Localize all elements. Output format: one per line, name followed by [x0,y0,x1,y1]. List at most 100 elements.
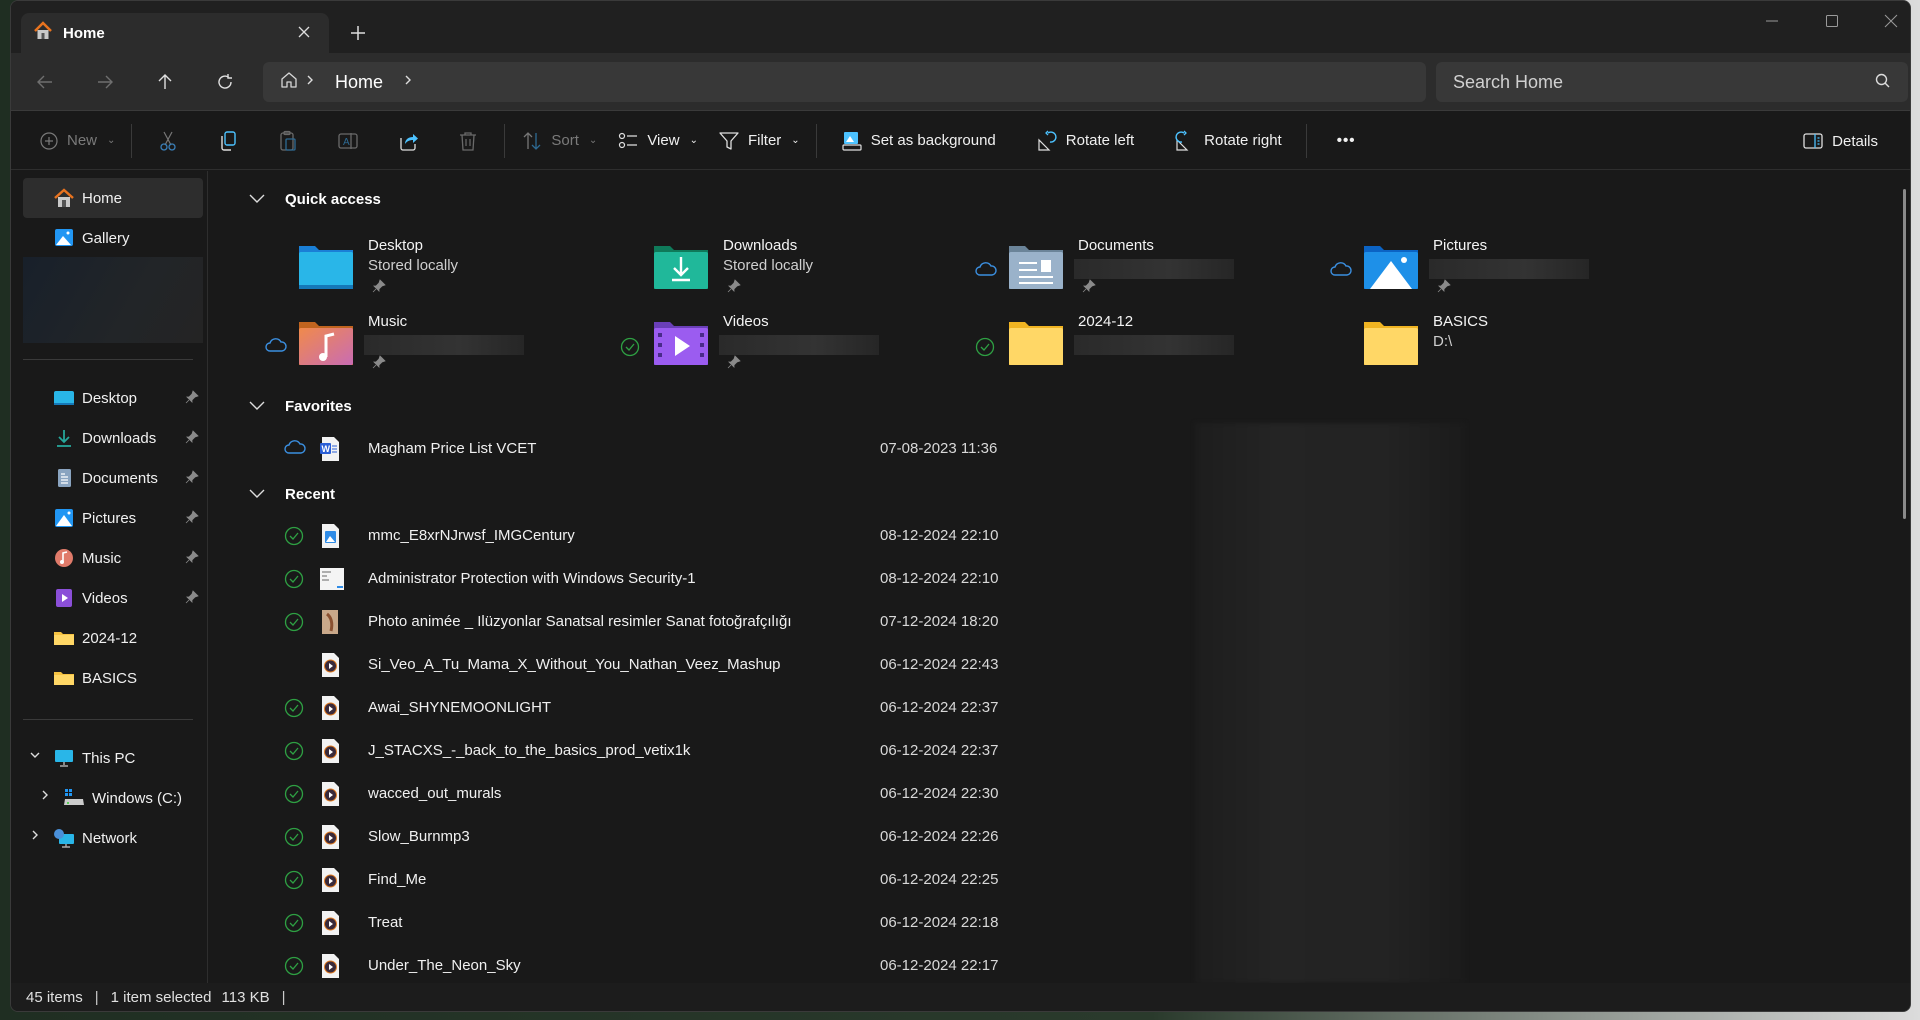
pin-icon[interactable] [1082,279,1096,298]
chevron-down-icon[interactable] [249,398,269,415]
delete-button[interactable] [448,121,488,161]
recent-item[interactable]: Treat 06-12-2024 22:18 [209,901,1910,944]
refresh-button[interactable] [207,65,243,99]
quick-access-tile-music[interactable]: Music [265,313,609,383]
search-input[interactable] [1453,71,1853,93]
downloads-icon [57,430,71,447]
back-button[interactable] [27,65,63,99]
search-icon[interactable] [1874,72,1892,95]
details-pane-button[interactable]: Details [1792,121,1888,161]
pin-icon[interactable] [185,590,199,608]
new-tab-button[interactable] [344,19,372,47]
pin-icon[interactable] [185,390,199,408]
cloud-icon [284,439,306,460]
recent-item[interactable]: wacced_out_murals 06-12-2024 22:30 [209,772,1910,815]
file-name: Find_Me [368,871,427,888]
quick-access-tile-desktop[interactable]: Desktop Stored locally [269,237,609,307]
chevron-right-icon[interactable] [39,789,51,804]
more-options-button[interactable]: ••• [1327,121,1366,161]
breadcrumb-chevron-icon[interactable] [403,73,413,91]
up-button[interactable] [147,65,183,99]
folder-icon [54,632,74,645]
recent-item[interactable]: Find_Me 06-12-2024 22:25 [209,858,1910,901]
share-button[interactable] [388,121,428,161]
pin-icon[interactable] [372,279,386,298]
sidebar-item-basics[interactable]: BASICS [23,658,203,698]
quick-access-tile-videos[interactable]: Videos [620,313,964,383]
address-bar[interactable]: Home [263,62,1426,102]
file-name: Treat [368,914,403,931]
redacted-area [23,257,203,343]
toolbar-divider [131,123,133,158]
pin-icon[interactable] [727,279,741,298]
rename-button[interactable]: A [328,121,368,161]
sidebar-item-home[interactable]: Home [23,178,203,218]
new-button[interactable]: New ⌄ [29,121,125,161]
filter-icon [719,131,739,150]
recent-item[interactable]: mmc_E8xrNJrwsf_IMGCentury 08-12-2024 22:1… [209,514,1910,557]
copy-button[interactable] [208,121,248,161]
recent-item[interactable]: Slow_Burnmp3 06-12-2024 22:26 [209,815,1910,858]
forward-arrow-icon [98,75,113,89]
sidebar-item-videos[interactable]: Videos [23,578,203,618]
rotate-left-button[interactable]: Rotate left [1026,121,1144,161]
paste-button[interactable] [268,121,308,161]
sidebar-item-gallery[interactable]: Gallery [23,218,203,258]
chevron-down-icon[interactable] [249,486,269,503]
quick-access-tile-basics[interactable]: BASICS D:\ [1334,313,1674,383]
recent-item[interactable]: Photo animée _ Ilüzyonlar Sanatsal resim… [209,600,1910,643]
sidebar-item-windows-c[interactable]: Windows (C:) [23,778,203,818]
sidebar-item-pictures[interactable]: Pictures [23,498,203,538]
recent-item[interactable]: Awai_SHYNEMOONLIGHT 06-12-2024 22:37 [209,686,1910,729]
close-window-button[interactable] [1868,7,1910,35]
chevron-down-icon[interactable] [249,191,269,208]
forward-button[interactable] [87,65,123,99]
set-as-background-button[interactable]: Set as background [831,121,1006,161]
home-icon[interactable] [279,70,299,95]
quick-access-tile-pictures[interactable]: Pictures [1330,237,1674,307]
sidebar-item-this-pc[interactable]: This PC [23,738,203,778]
sidebar-item-documents[interactable]: Documents [23,458,203,498]
pin-icon[interactable] [185,550,199,568]
desktop-folder-icon [299,246,353,289]
favorite-item[interactable]: W Magham Price List VCET 07-08-2023 11:3… [209,427,1910,470]
pin-icon[interactable] [727,355,741,374]
breadcrumb-home[interactable]: Home [335,72,383,93]
sidebar-item-network[interactable]: Network [23,818,203,858]
recent-item[interactable]: Under_The_Neon_Sky 06-12-2024 22:17 [209,944,1910,987]
maximize-button[interactable] [1809,7,1855,35]
file-name: Awai_SHYNEMOONLIGHT [368,699,552,716]
pin-icon[interactable] [185,470,199,488]
tab-home[interactable]: Home [21,13,329,53]
recent-item[interactable]: J_STACXS_-_back_to_the_basics_prod_vetix… [209,729,1910,772]
close-tab-button[interactable] [293,21,315,43]
minimize-button[interactable] [1749,7,1795,35]
quick-access-tile-downloads[interactable]: Downloads Stored locally [624,237,964,307]
sidebar-item-music[interactable]: Music [23,538,203,578]
view-button[interactable]: View ⌄ [607,121,708,161]
pin-icon[interactable] [185,430,199,448]
filter-button[interactable]: Filter ⌄ [708,121,810,161]
quick-access-header[interactable]: Quick access [249,191,381,208]
quick-access-tile-documents[interactable]: Documents [975,237,1319,307]
cut-button[interactable] [148,121,188,161]
documents-folder-icon [1009,246,1063,289]
pin-icon[interactable] [185,510,199,528]
chevron-right-icon[interactable] [29,829,41,844]
sidebar-divider [23,719,193,720]
pin-icon[interactable] [372,355,386,374]
sidebar-item-downloads[interactable]: Downloads [23,418,203,458]
recent-item[interactable]: Si_Veo_A_Tu_Mama_X_Without_You_Nathan_Ve… [209,643,1910,686]
pin-icon[interactable] [1437,279,1451,298]
sidebar-item-desktop[interactable]: Desktop [23,378,203,418]
search-box[interactable] [1436,62,1908,102]
sort-button[interactable]: Sort ⌄ [511,121,607,161]
favorites-header[interactable]: Favorites [249,398,352,415]
recent-header[interactable]: Recent [249,486,335,503]
chevron-down-icon[interactable] [29,749,41,764]
sidebar-item-2024-12[interactable]: 2024-12 [23,618,203,658]
recent-item[interactable]: Administrator Protection with Windows Se… [209,557,1910,600]
quick-access-tile-2024-12[interactable]: 2024-12 [975,313,1319,383]
rotate-right-button[interactable]: Rotate right [1164,121,1292,161]
breadcrumb-chevron-icon[interactable] [305,73,315,91]
